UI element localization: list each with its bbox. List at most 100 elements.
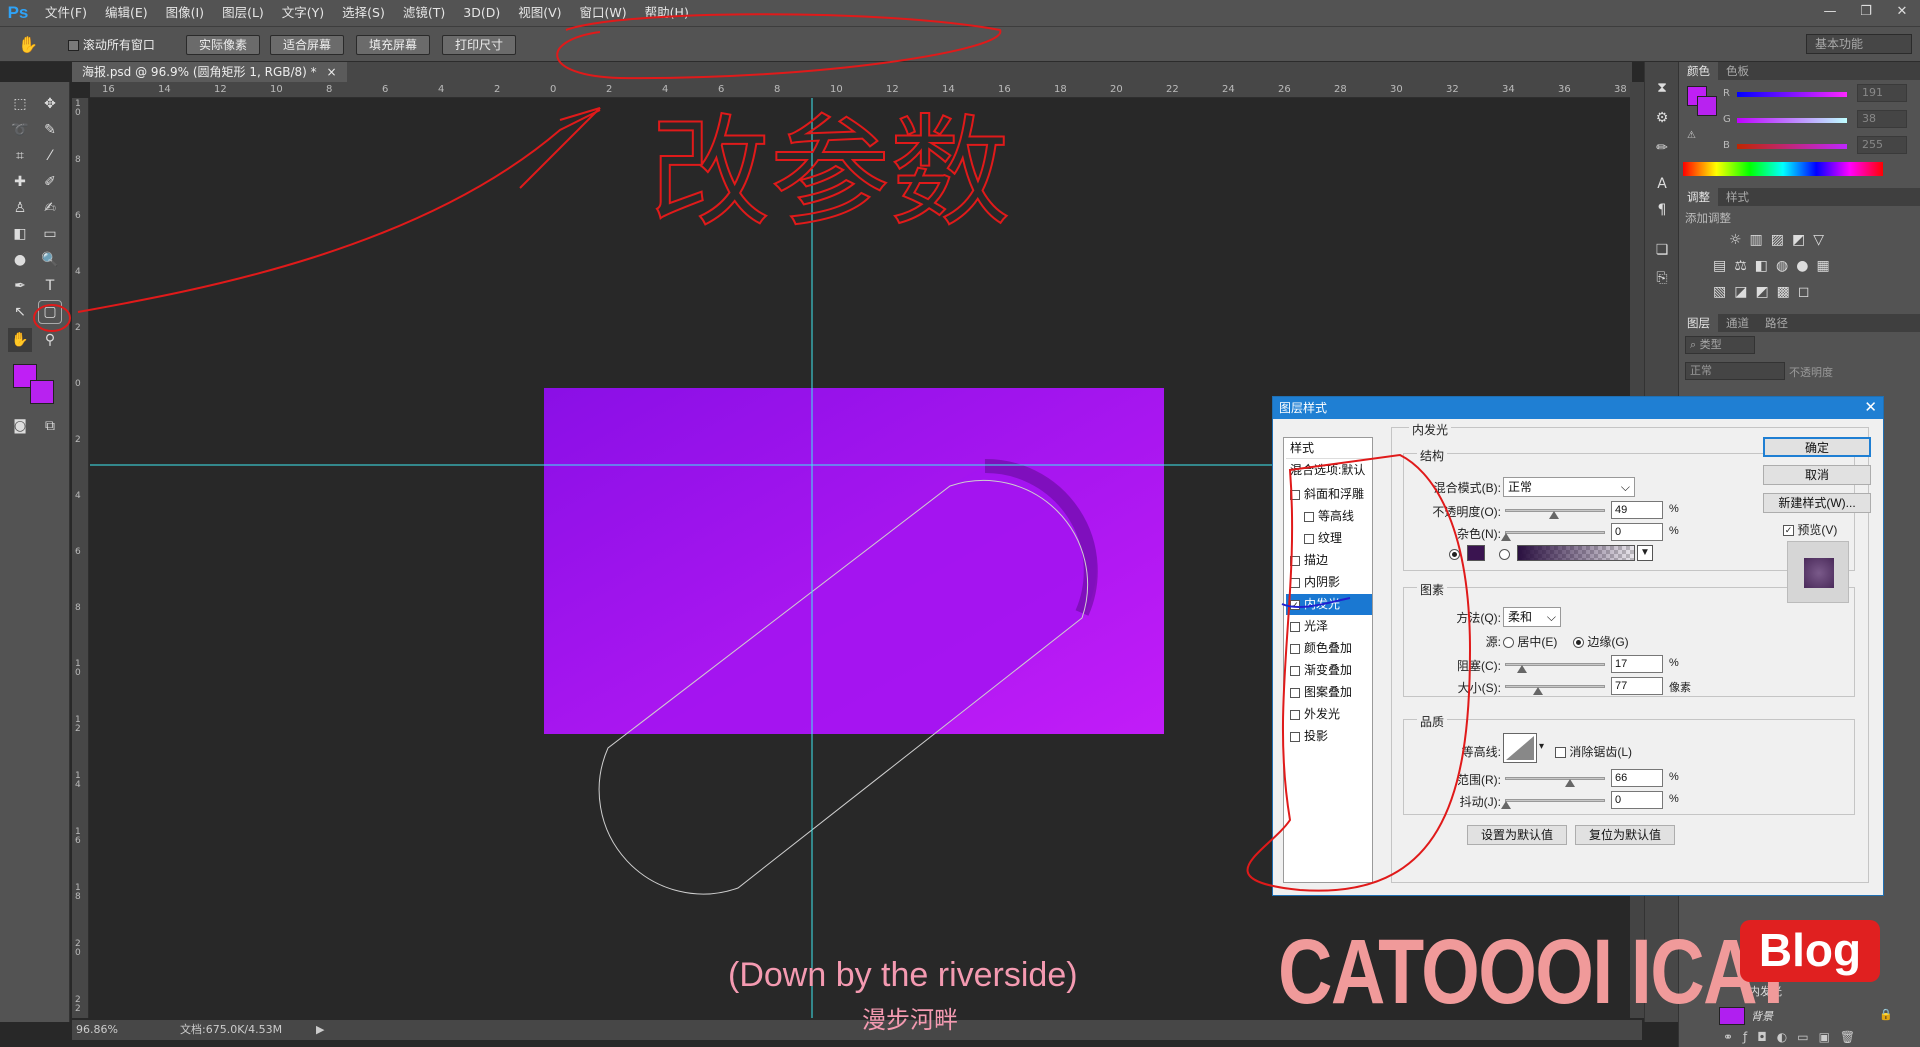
style-item[interactable]: 等高线 <box>1286 506 1372 527</box>
style-item-checkbox[interactable] <box>1304 533 1314 544</box>
style-item[interactable]: 光泽 <box>1286 616 1372 637</box>
hand-tool-active-icon[interactable]: ✋ <box>8 328 32 352</box>
choke-slider-thumb[interactable] <box>1517 665 1527 673</box>
antialias-checkbox[interactable] <box>1555 747 1566 759</box>
channel-g-value[interactable]: 38 <box>1857 110 1907 128</box>
healing-brush-icon[interactable]: ✚ <box>8 170 32 194</box>
stamp-tool-icon[interactable]: ♙ <box>8 196 32 220</box>
style-item-checkbox[interactable] <box>1290 621 1300 632</box>
move-tool-icon[interactable]: ✥ <box>38 92 62 116</box>
style-item-checkbox[interactable] <box>1290 687 1300 698</box>
range-slider[interactable] <box>1505 777 1605 780</box>
style-item[interactable]: 外发光 <box>1286 704 1372 725</box>
menu-window[interactable]: 窗口(W) <box>571 0 636 26</box>
size-slider[interactable] <box>1505 685 1605 688</box>
channel-r-value[interactable]: 191 <box>1857 84 1907 102</box>
glow-color-swatch[interactable] <box>1467 545 1485 561</box>
hand-tool-icon[interactable]: ✋ <box>18 35 38 54</box>
layer-footer-icons[interactable]: ⚭ƒ◘◐▭▣🗑 <box>1723 1030 1865 1044</box>
channel-b-slider[interactable] <box>1737 144 1847 149</box>
adjustment-icons-row-1[interactable]: ☼▥▨◩▽ <box>1729 232 1832 248</box>
dodge-tool-icon[interactable]: 🔍 <box>38 248 62 272</box>
menu-file[interactable]: 文件(F) <box>36 0 96 26</box>
zoom-level[interactable]: 96.86% <box>76 1020 118 1040</box>
menu-image[interactable]: 图像(I) <box>157 0 213 26</box>
make-default-button[interactable]: 设置为默认值 <box>1467 825 1567 845</box>
reset-default-button[interactable]: 复位为默认值 <box>1575 825 1675 845</box>
paragraph-icon[interactable]: ¶ <box>1650 198 1674 222</box>
style-item-checkbox[interactable] <box>1290 731 1300 742</box>
style-item-checkbox[interactable] <box>1290 709 1300 720</box>
rounded-rectangle-tool-icon[interactable]: ▢ <box>38 300 62 324</box>
close-window-button[interactable]: ✕ <box>1884 0 1920 22</box>
style-item-checkbox[interactable] <box>1290 577 1300 588</box>
pen-tool-icon[interactable]: ✒ <box>8 274 32 298</box>
channel-g-slider[interactable] <box>1737 118 1847 123</box>
size-input[interactable]: 77 <box>1611 677 1663 695</box>
new-style-button[interactable]: 新建样式(W)... <box>1763 493 1871 513</box>
glow-gradient-picker[interactable] <box>1517 545 1635 561</box>
document-tab[interactable]: 海报.psd @ 96.9% (圆角矩形 1, RGB/8) * × <box>72 62 347 82</box>
dialog-close-icon[interactable]: ✕ <box>1864 397 1877 419</box>
source-center-option[interactable]: 居中(E) <box>1503 633 1557 650</box>
status-arrow-icon[interactable]: ▶ <box>316 1020 324 1040</box>
tab-layers[interactable]: 图层 <box>1679 314 1718 332</box>
fill-screen-button[interactable]: 填充屏幕 <box>356 35 431 55</box>
blend-mode-select[interactable]: 正常 ⌵ <box>1503 477 1635 497</box>
menu-3d[interactable]: 3D(D) <box>454 0 509 26</box>
layer-comps-icon[interactable]: ❏ <box>1650 238 1674 262</box>
tab-styles[interactable]: 样式 <box>1718 188 1757 206</box>
scroll-all-checkbox[interactable] <box>68 40 79 51</box>
opacity-slider-thumb[interactable] <box>1549 511 1559 519</box>
style-item-checkbox[interactable] <box>1290 489 1300 500</box>
adjustment-icons-row-2[interactable]: ▤⚖◧◍●▦ <box>1713 258 1838 274</box>
minimize-button[interactable]: — <box>1812 0 1848 22</box>
range-slider-thumb[interactable] <box>1565 779 1575 787</box>
style-item[interactable]: 描边 <box>1286 550 1372 571</box>
lasso-tool-icon[interactable]: ➰ <box>8 118 32 142</box>
color-spectrum-ramp[interactable] <box>1683 162 1883 176</box>
style-item[interactable]: 颜色叠加 <box>1286 638 1372 659</box>
jitter-input[interactable]: 0 <box>1611 791 1663 809</box>
fit-screen-button[interactable]: 适合屏幕 <box>270 35 345 55</box>
style-item[interactable]: 图案叠加 <box>1286 682 1372 703</box>
menu-layer[interactable]: 图层(L) <box>213 0 273 26</box>
brush-tool-icon[interactable]: ✐ <box>38 170 62 194</box>
tab-color[interactable]: 颜色 <box>1679 62 1718 80</box>
workspace-select[interactable]: 基本功能 <box>1806 34 1912 54</box>
blur-tool-icon[interactable]: ● <box>8 248 32 272</box>
size-slider-thumb[interactable] <box>1533 687 1543 695</box>
properties-icon[interactable]: ⚙ <box>1650 106 1674 130</box>
crop-tool-icon[interactable]: ⌗ <box>8 144 32 168</box>
menu-select[interactable]: 选择(S) <box>333 0 394 26</box>
color-panel-background[interactable] <box>1697 96 1717 116</box>
print-size-button[interactable]: 打印尺寸 <box>442 35 517 55</box>
quick-mask-icon[interactable]: ◙ <box>8 414 32 438</box>
tab-channels[interactable]: 通道 <box>1718 314 1757 332</box>
choke-input[interactable]: 17 <box>1611 655 1663 673</box>
restore-button[interactable]: ❐ <box>1848 0 1884 22</box>
style-item-checkbox[interactable]: ✓ <box>1290 599 1300 610</box>
menu-edit[interactable]: 编辑(E) <box>96 0 157 26</box>
opacity-input[interactable]: 49 <box>1611 501 1663 519</box>
screen-mode-icon[interactable]: ⧉ <box>38 414 62 438</box>
gradient-tool-icon[interactable]: ▭ <box>38 222 62 246</box>
ok-button[interactable]: 确定 <box>1763 437 1871 457</box>
preview-option[interactable]: ✓ 预览(V) <box>1783 521 1837 538</box>
eyedropper-icon[interactable]: ⁄ <box>38 144 62 168</box>
style-list-header[interactable]: 样式 <box>1286 438 1372 459</box>
type-tool-icon[interactable]: T <box>38 274 62 298</box>
style-item[interactable]: 渐变叠加 <box>1286 660 1372 681</box>
clone-source-icon[interactable]: ⎘ <box>1650 266 1674 290</box>
style-item[interactable]: 投影 <box>1286 726 1372 747</box>
marquee-tool-icon[interactable]: ⬚ <box>8 92 32 116</box>
style-item[interactable]: ✓ 内发光 <box>1286 594 1372 615</box>
source-edge-option[interactable]: 边缘(G) <box>1573 633 1629 650</box>
contour-picker[interactable] <box>1503 733 1537 763</box>
layer-filter-select[interactable]: ⌕ 类型 <box>1685 336 1755 354</box>
gradient-dropdown-icon[interactable]: ▼ <box>1637 545 1653 561</box>
jitter-slider-thumb[interactable] <box>1501 801 1511 809</box>
menu-filter[interactable]: 滤镜(T) <box>394 0 454 26</box>
style-item-checkbox[interactable] <box>1290 665 1300 676</box>
path-select-icon[interactable]: ↖ <box>8 300 32 324</box>
